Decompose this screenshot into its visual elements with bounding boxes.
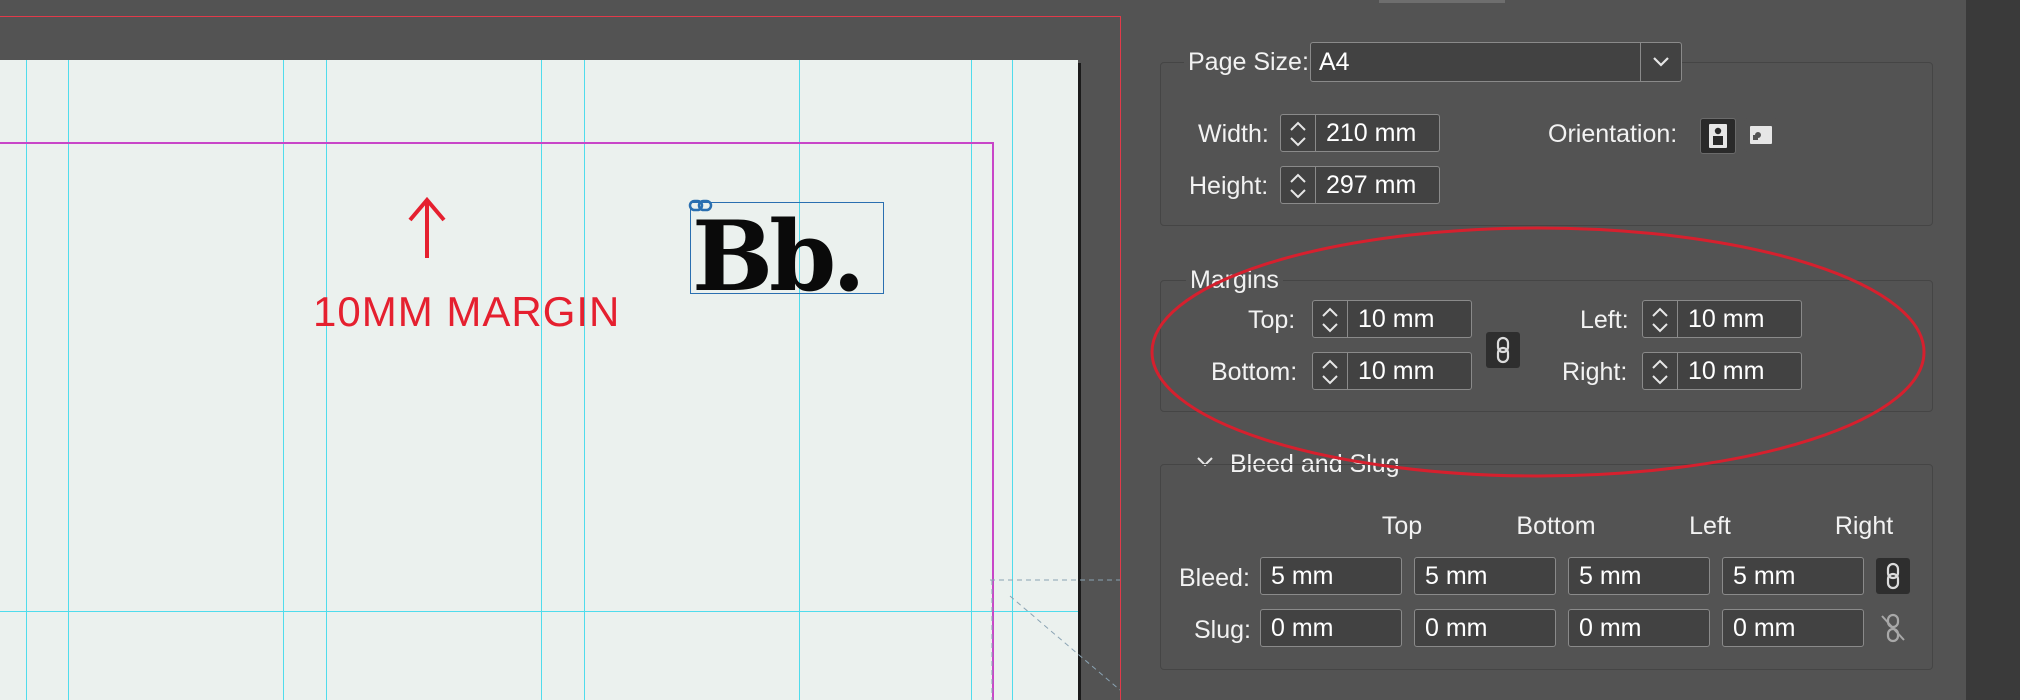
column-guide[interactable] (326, 60, 327, 700)
bleed-label: Bleed: (1179, 564, 1250, 592)
column-guide[interactable] (283, 60, 284, 700)
row-guide[interactable] (0, 611, 1078, 612)
column-header-left: Left (1689, 512, 1731, 540)
bleed-guide-right (1120, 16, 1121, 700)
slug-top-input[interactable]: 0 mm (1260, 609, 1402, 647)
width-label: Width: (1198, 120, 1269, 148)
column-guide[interactable] (68, 60, 69, 700)
height-label: Height: (1189, 172, 1269, 200)
column-guide[interactable] (26, 60, 27, 700)
bleed-bottom-input[interactable]: 5 mm (1414, 557, 1556, 595)
column-guide[interactable] (541, 60, 542, 700)
column-guide[interactable] (799, 60, 800, 700)
landscape-icon[interactable] (1744, 118, 1778, 152)
logo-text[interactable]: Bb. (692, 209, 866, 305)
width-input[interactable]: 210 mm (1316, 114, 1440, 152)
width-stepper[interactable] (1280, 114, 1316, 152)
slug-label: Slug: (1194, 616, 1251, 644)
page-size-group (1160, 62, 1933, 226)
up-arrow-annotation (408, 196, 446, 258)
page-size-label: Page Size: (1184, 48, 1313, 77)
margin-guide-top (0, 142, 993, 144)
margin-annotation-text: 10MM MARGIN (313, 288, 621, 335)
bleed-top-input[interactable]: 5 mm (1260, 557, 1402, 595)
orientation-label: Orientation: (1548, 120, 1678, 148)
slug-bottom-input[interactable]: 0 mm (1414, 609, 1556, 647)
column-guide[interactable] (584, 60, 585, 700)
document-page[interactable] (0, 60, 1078, 700)
document-canvas[interactable]: 10MM MARGIN Bb. (0, 0, 1128, 700)
column-header-top: Top (1381, 512, 1423, 540)
link-icon[interactable] (688, 196, 714, 216)
chevron-down-icon[interactable] (1640, 43, 1681, 81)
height-stepper[interactable] (1280, 166, 1316, 204)
slug-left-input[interactable]: 0 mm (1568, 609, 1710, 647)
bleed-guide-top (0, 16, 1121, 17)
panel-dock-strip (1966, 0, 2020, 700)
column-header-right: Right (1834, 512, 1894, 540)
bleed-left-input[interactable]: 5 mm (1568, 557, 1710, 595)
column-guide[interactable] (971, 60, 972, 700)
highlight-ellipse (1150, 226, 1926, 478)
page-size-dropdown[interactable]: A4 (1310, 42, 1682, 82)
unlink-slug-icon[interactable] (1876, 610, 1910, 646)
bleed-right-input[interactable]: 5 mm (1722, 557, 1864, 595)
stepper-arrows-icon (1290, 121, 1306, 147)
column-header-bottom: Bottom (1516, 512, 1596, 540)
page-size-value: A4 (1319, 48, 1350, 76)
stepper-arrows-icon (1290, 173, 1306, 199)
panel-tab-indicator (1379, 0, 1505, 3)
link-bleed-icon[interactable] (1876, 558, 1910, 594)
slug-corner-guides (990, 579, 1120, 700)
slug-right-input[interactable]: 0 mm (1722, 609, 1864, 647)
height-input[interactable]: 297 mm (1316, 166, 1440, 204)
portrait-icon[interactable] (1700, 118, 1736, 154)
